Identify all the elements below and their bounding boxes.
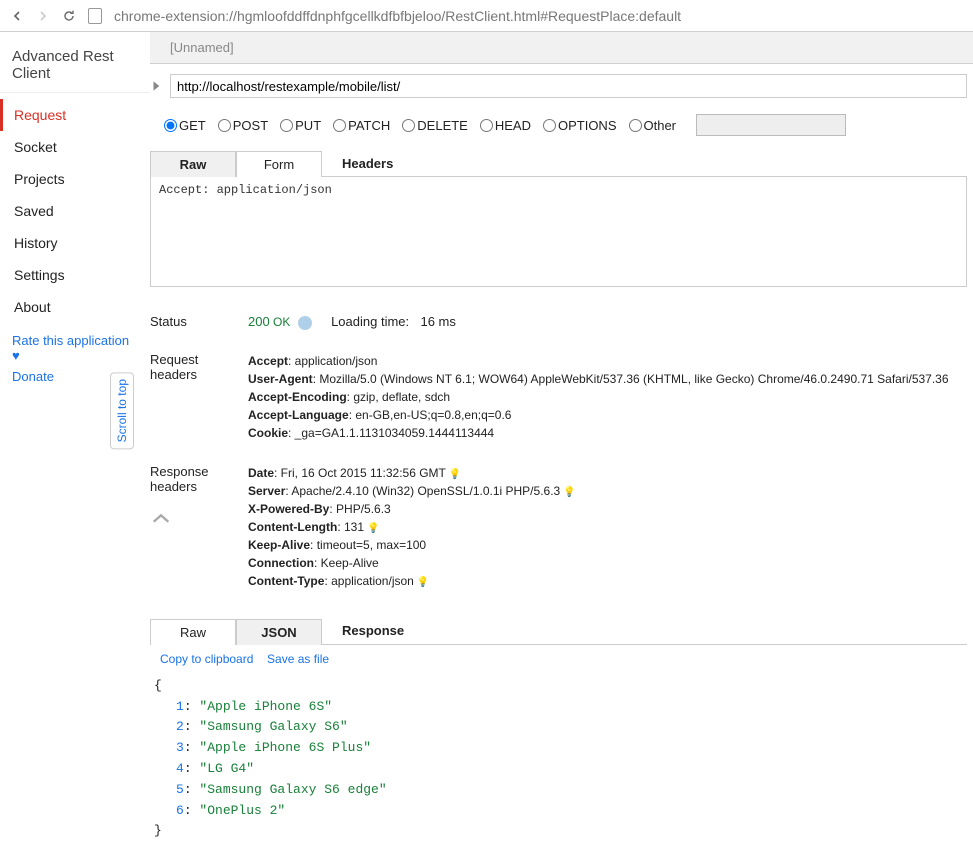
copy-to-clipboard-link[interactable]: Copy to clipboard [160,652,253,666]
response-label: Response [342,623,404,638]
method-get-label: GET [179,118,206,133]
method-head-label: HEAD [495,118,531,133]
method-patch-radio[interactable] [333,119,346,132]
status-code: 200 [248,314,270,329]
method-delete-label: DELETE [417,118,468,133]
sidebar-item-settings[interactable]: Settings [0,259,150,291]
method-other-radio[interactable] [629,119,642,132]
json-response-body: { 1: "Apple iPhone 6S" 2: "Samsung Galax… [150,672,967,842]
sidebar-item-projects[interactable]: Projects [0,163,150,195]
header-tabs: Raw Form Headers [150,150,967,177]
scroll-to-top-button[interactable]: Scroll to top [110,372,134,449]
sidebar-item-request[interactable]: Request [0,99,150,131]
response-headers-block: Date: Fri, 16 Oct 2015 11:32:56 GMT💡 Ser… [248,464,967,590]
resp-tab-json[interactable]: JSON [236,619,322,645]
back-button[interactable] [6,5,28,27]
loading-time-value: 16 ms [420,314,455,329]
method-put-radio[interactable] [280,119,293,132]
headers-label: Headers [342,156,393,171]
request-headers-label: Request headers [150,352,248,442]
bulb-icon: 💡 [563,487,575,498]
page-icon [88,8,102,24]
help-icon[interactable] [298,316,312,330]
loading-time-label: Loading time: [331,314,409,329]
sidebar-item-history[interactable]: History [0,227,150,259]
method-post-radio[interactable] [218,119,231,132]
bulb-icon: 💡 [449,469,461,480]
response-tabs: Raw JSON Response [150,618,967,645]
method-put-label: PUT [295,118,321,133]
request-headers-block: Accept: application/json User-Agent: Moz… [248,352,967,442]
response-headers-label: Response headers [150,464,248,494]
app-title: Advanced Rest Client [0,42,150,93]
method-other-input[interactable] [696,114,846,136]
bulb-icon: 💡 [367,523,379,534]
method-options-label: OPTIONS [558,118,617,133]
tab-unnamed[interactable]: [Unnamed] [170,40,234,55]
sidebar-item-about[interactable]: About [0,291,150,323]
method-other-label: Other [644,118,677,133]
bulb-icon: 💡 [417,577,429,588]
forward-button[interactable] [32,5,54,27]
heart-icon: ♥ [12,348,20,363]
method-post-label: POST [233,118,268,133]
request-url-input[interactable] [170,74,967,98]
status-label: Status [150,314,248,330]
headers-textarea[interactable]: Accept: application/json [150,177,967,287]
rate-link[interactable]: Rate this application ♥ [12,333,138,363]
sidebar-item-saved[interactable]: Saved [0,195,150,227]
address-bar[interactable] [110,3,967,29]
sidebar-item-socket[interactable]: Socket [0,131,150,163]
save-as-file-link[interactable]: Save as file [267,652,329,666]
status-text: OK [273,315,290,329]
tab-bar: [Unnamed] [150,32,973,64]
method-delete-radio[interactable] [402,119,415,132]
main-content: [Unnamed] GET POST PUT PATCH DELETE HEAD… [150,32,973,842]
tab-form[interactable]: Form [236,151,322,177]
method-get-radio[interactable] [164,119,177,132]
reload-button[interactable] [58,5,80,27]
tab-raw[interactable]: Raw [150,151,236,177]
expand-icon[interactable] [150,79,164,93]
collapse-icon[interactable] [150,510,248,531]
method-options-radio[interactable] [543,119,556,132]
method-patch-label: PATCH [348,118,390,133]
resp-tab-raw[interactable]: Raw [150,619,236,645]
browser-toolbar [0,0,973,32]
method-head-radio[interactable] [480,119,493,132]
http-method-row: GET POST PUT PATCH DELETE HEAD OPTIONS O… [150,108,967,146]
